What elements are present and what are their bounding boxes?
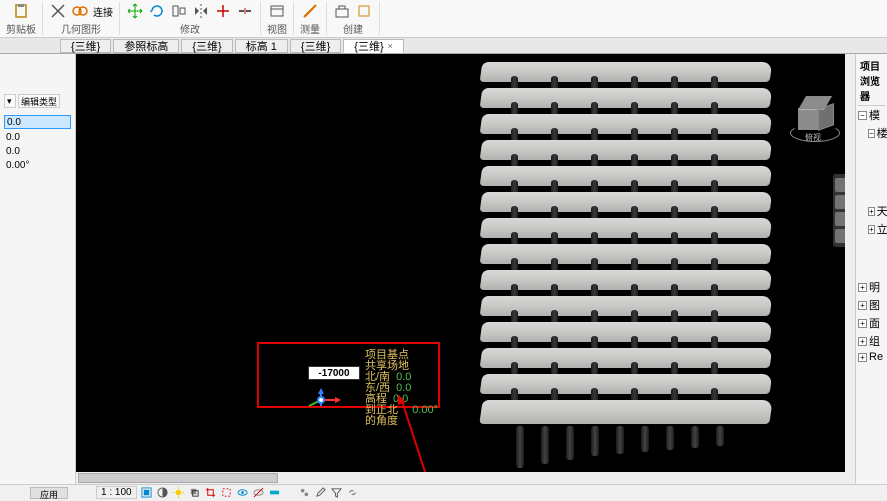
tree-expand-icon[interactable]: + — [858, 319, 867, 328]
ribbon-group-view: 视图 — [261, 2, 294, 35]
tree-label[interactable]: 明 — [869, 279, 880, 295]
apply-button[interactable]: 应用 — [30, 487, 68, 499]
viewcube-label: 俯视 — [805, 132, 821, 143]
doc-tab[interactable]: 标高 1 — [235, 39, 288, 53]
tree-label[interactable]: 天 — [877, 203, 887, 219]
properties-panel: ▾ 编辑类型 0.0 0.0 0.00° — [0, 54, 76, 484]
ribbon-group-modify: 修改 — [120, 2, 261, 35]
split-icon[interactable] — [236, 2, 254, 20]
move-icon[interactable] — [126, 2, 144, 20]
doc-tab[interactable]: {三维} — [60, 39, 111, 53]
info-angle-label: 到正北的角度 — [365, 405, 406, 427]
hide-icon[interactable] — [237, 487, 249, 499]
trim-icon[interactable] — [214, 2, 232, 20]
tree-expand-icon[interactable]: + — [858, 353, 867, 362]
property-value-3: 0.00° — [4, 160, 71, 171]
scale-display[interactable]: 1 : 100 — [96, 486, 137, 499]
edit-type-button[interactable]: 编辑类型 — [18, 94, 60, 108]
tree-label[interactable]: Re — [869, 351, 883, 363]
ribbon-group-clipboard: 剪贴板 — [0, 2, 43, 35]
basepoint-gizmo[interactable] — [301, 388, 341, 408]
temp-hide-icon[interactable] — [253, 487, 265, 499]
view-icon[interactable] — [268, 2, 286, 20]
ribbon-label-geometry: 几何图形 — [61, 21, 101, 36]
scrollbar-thumb[interactable] — [78, 473, 278, 483]
prop-dropdown[interactable]: ▾ — [4, 94, 16, 108]
doc-tab-active[interactable]: {三维} × — [343, 39, 404, 53]
basepoint-info: 项目基点 共享场地 北/南0.0 东/西0.0 高程0.0 到正北的角度0.00… — [365, 350, 438, 427]
tab-label: 参照标高 — [124, 38, 168, 54]
worksets-icon[interactable] — [299, 487, 311, 499]
join-icon[interactable] — [71, 2, 89, 20]
tab-label: {三维} — [192, 38, 221, 54]
ribbon-label-create: 创建 — [343, 21, 363, 36]
ribbon-group-measure: 测量 — [294, 2, 327, 35]
tree-expand-icon[interactable]: + — [858, 283, 867, 292]
create-icon[interactable] — [333, 2, 351, 20]
info-angle-val: 0.00° — [412, 405, 438, 427]
detail-level-icon[interactable] — [141, 487, 153, 499]
tab-close-icon[interactable]: × — [388, 41, 393, 51]
cut-icon[interactable] — [49, 2, 67, 20]
ribbon-label-modify: 修改 — [180, 21, 200, 36]
property-input-0[interactable] — [4, 115, 71, 129]
visual-style-icon[interactable] — [157, 487, 169, 499]
sun-path-icon[interactable] — [173, 487, 185, 499]
tab-label: {三维} — [354, 38, 383, 54]
tree-expand-icon[interactable]: − — [868, 129, 875, 138]
doc-tab[interactable]: {三维} — [290, 39, 341, 53]
ribbon: 剪贴板 连接 几何图形 修改 视图 测量 — [0, 0, 887, 38]
document-tab-bar: × {三维} 参照标高 {三维} 标高 1 {三维} {三维} × — [0, 38, 887, 54]
browser-title: 项目浏览器 — [858, 56, 885, 106]
tree-expand-icon[interactable]: − — [858, 111, 867, 120]
ribbon-label-clipboard: 剪贴板 — [6, 21, 36, 36]
tab-label: 标高 1 — [246, 38, 277, 54]
horizontal-scrollbar[interactable] — [76, 472, 855, 484]
tree-label[interactable]: 组 — [869, 333, 880, 349]
ribbon-group-geometry: 连接 几何图形 — [43, 2, 120, 35]
editable-icon[interactable] — [315, 487, 327, 499]
view-cube[interactable]: 俯视 — [795, 94, 835, 134]
reveal-icon[interactable] — [269, 487, 281, 499]
project-browser: 项目浏览器 −模 −楼 +天 +立 +明 +图 +面 +组 +Re — [855, 54, 887, 484]
tree-label[interactable]: 图 — [869, 297, 880, 313]
tab-label: {三维} — [301, 38, 330, 54]
ribbon-label-view: 视图 — [267, 21, 287, 36]
tree-expand-icon[interactable]: + — [868, 207, 875, 216]
crop-visible-icon[interactable] — [221, 487, 233, 499]
rotate-icon[interactable] — [148, 2, 166, 20]
tree-expand-icon[interactable]: + — [858, 301, 867, 310]
ribbon-label-measure: 测量 — [300, 21, 320, 36]
mirror-icon[interactable] — [192, 2, 210, 20]
align-icon[interactable] — [170, 2, 188, 20]
crop-icon[interactable] — [205, 487, 217, 499]
tab-label: {三维} — [71, 38, 100, 54]
callout-highlight: 项目基点 共享场地 北/南0.0 东/西0.0 高程0.0 到正北的角度0.00… — [257, 342, 440, 408]
property-value-2: 0.0 — [4, 146, 71, 157]
ribbon-group-create: 创建 — [327, 2, 380, 35]
viewport-3d[interactable]: // floors drawn via repeated divs below … — [76, 54, 855, 484]
tree-expand-icon[interactable]: + — [858, 337, 867, 346]
building-base — [496, 426, 756, 470]
shadows-icon[interactable] — [189, 487, 201, 499]
tree-expand-icon[interactable]: + — [868, 225, 875, 234]
tree-label[interactable]: 立 — [877, 221, 887, 237]
filter-icon[interactable] — [331, 487, 343, 499]
doc-tab[interactable]: {三维} — [181, 39, 232, 53]
vertical-scrollbar[interactable] — [845, 54, 855, 474]
property-value-1: 0.0 — [4, 132, 71, 143]
paste-icon[interactable] — [12, 2, 30, 20]
connect-label[interactable]: 连接 — [93, 4, 113, 19]
doc-tab[interactable]: 参照标高 — [113, 39, 179, 53]
status-bar: 应用 1 : 100 — [0, 484, 887, 500]
link-icon[interactable] — [347, 487, 359, 499]
tree-label[interactable]: 面 — [869, 315, 880, 331]
tree-label[interactable]: 模 — [869, 107, 880, 123]
measure-icon[interactable] — [301, 2, 319, 20]
create-icon-2[interactable] — [355, 2, 373, 20]
tree-label[interactable]: 楼 — [877, 125, 887, 141]
elevation-input[interactable] — [308, 366, 360, 380]
